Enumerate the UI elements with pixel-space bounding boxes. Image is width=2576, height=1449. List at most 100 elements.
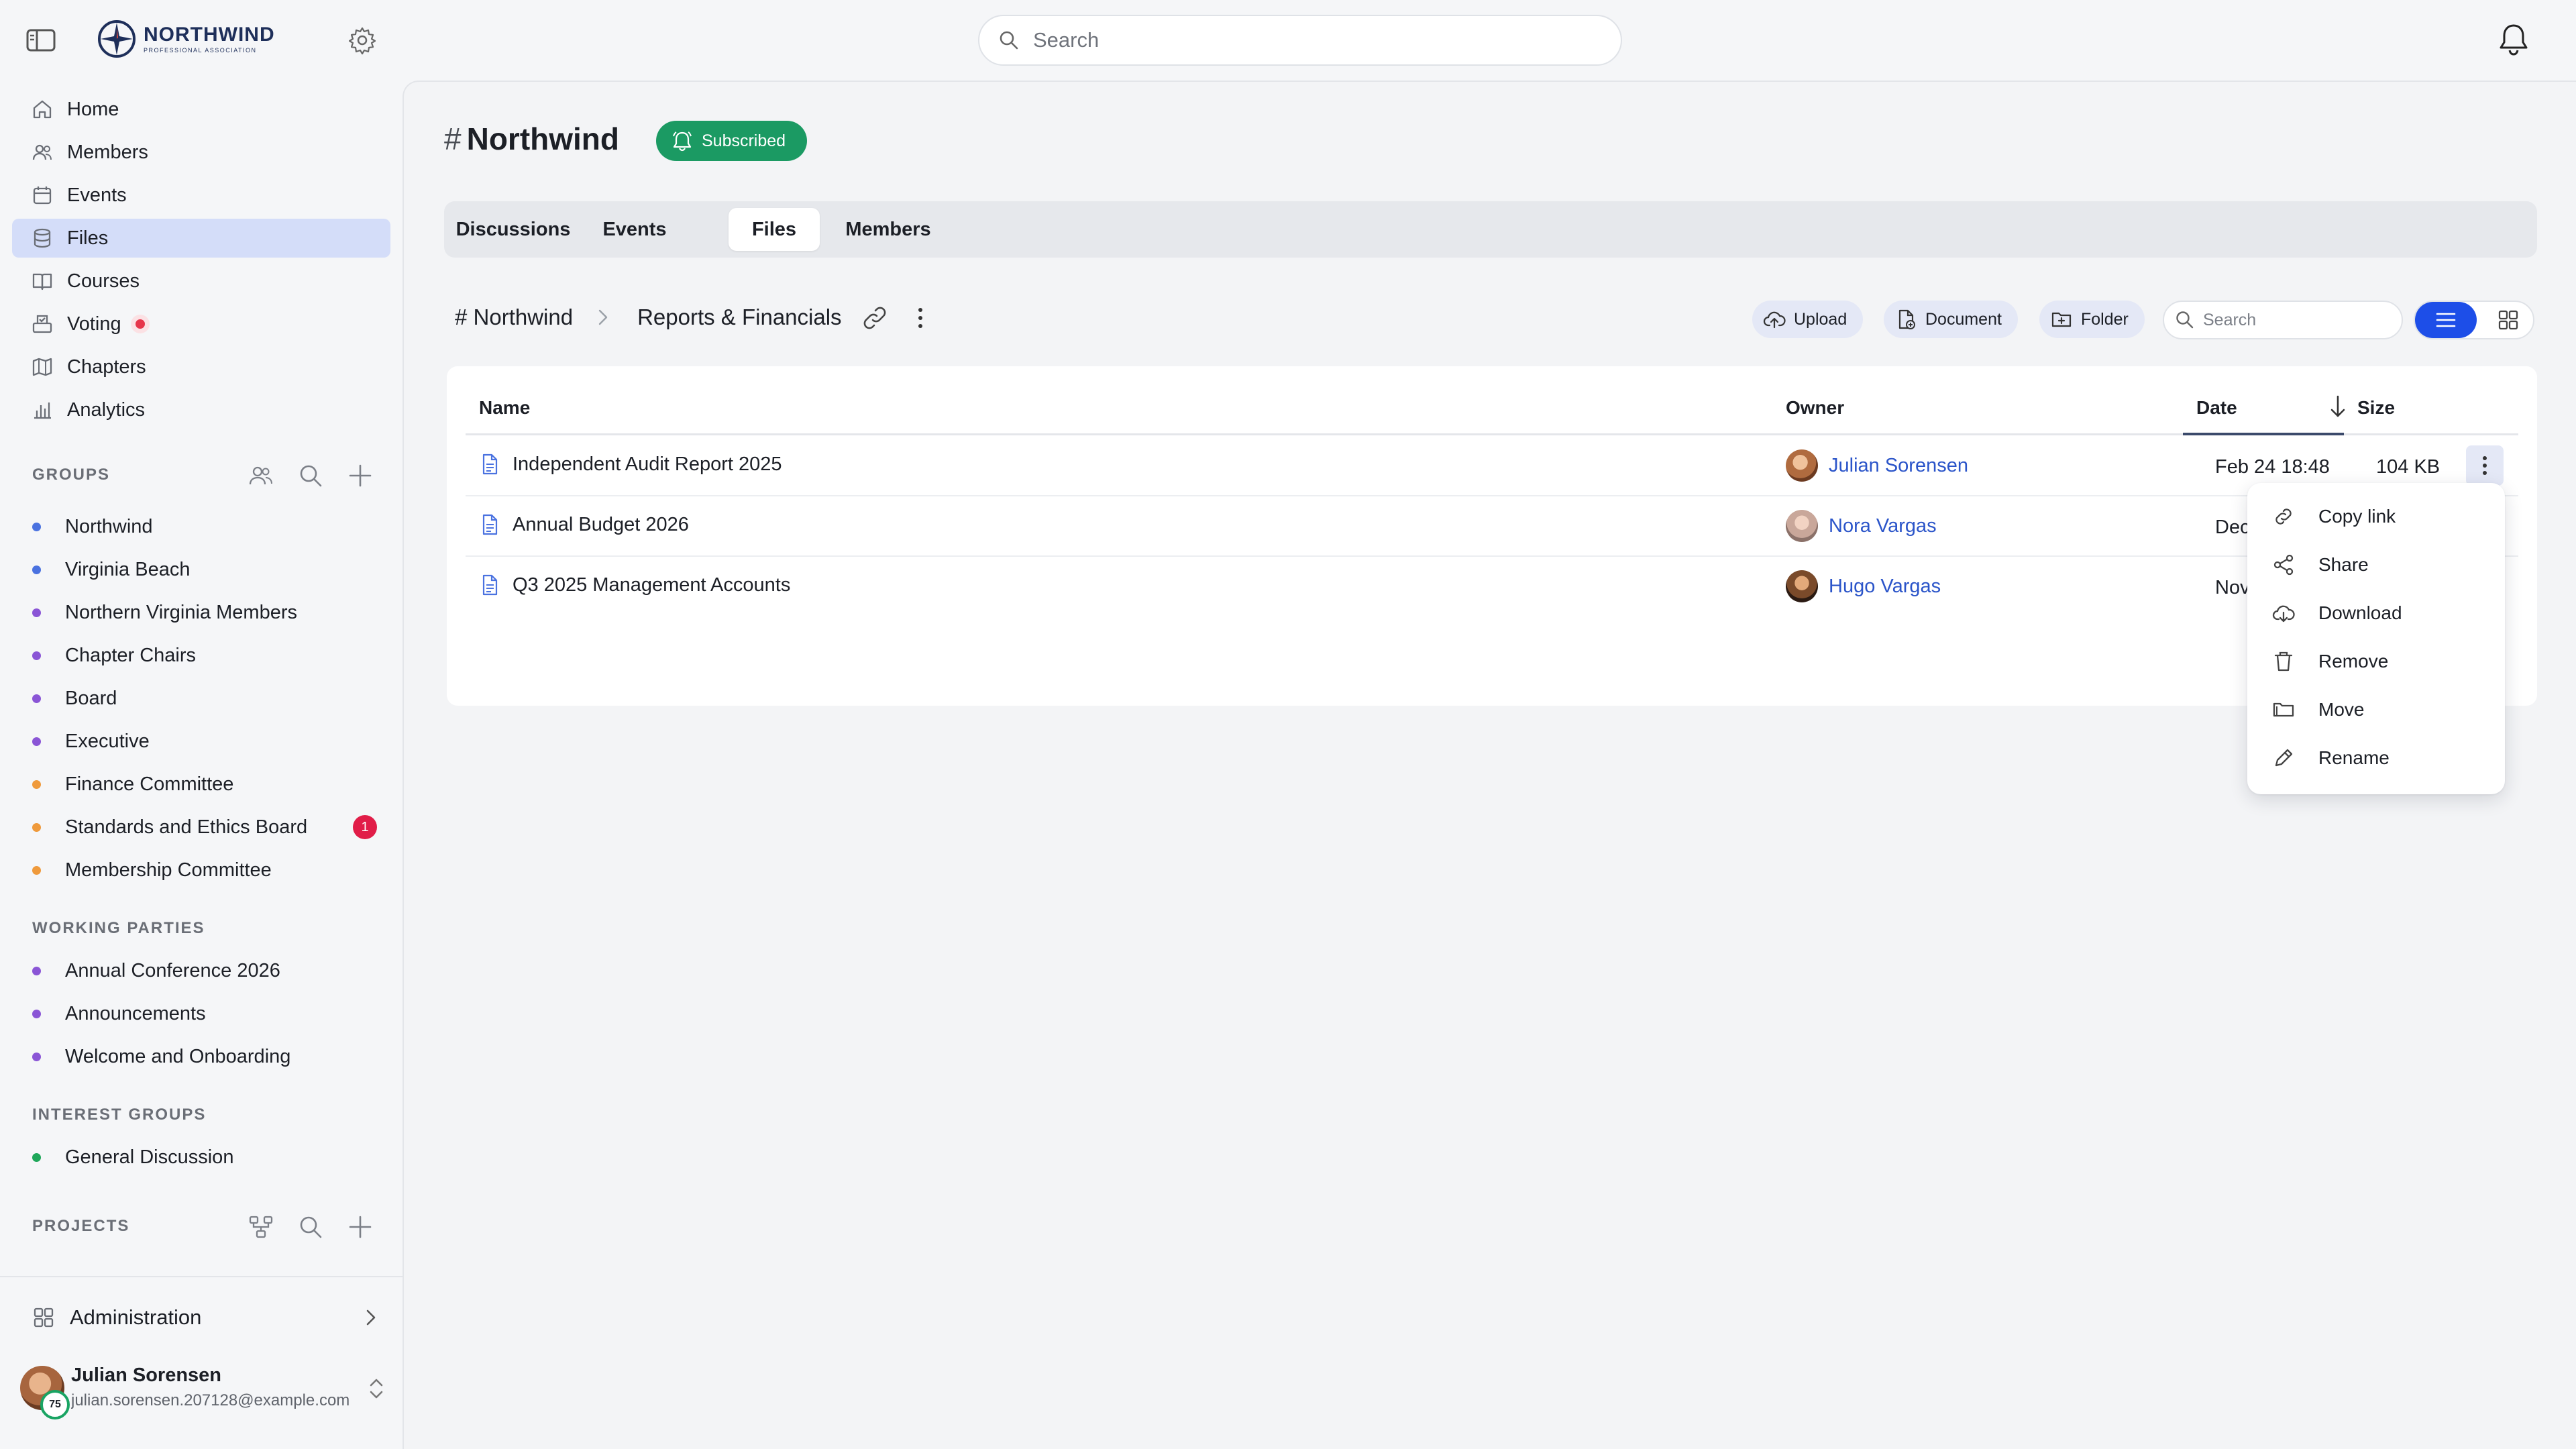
avatar	[1786, 570, 1818, 602]
compass-logo-icon	[97, 19, 137, 59]
brand-name: NORTHWIND	[144, 23, 275, 46]
chevron-right-icon	[366, 1309, 376, 1326]
upload-label: Upload	[1794, 309, 1847, 329]
menu-item-copy-link[interactable]: Copy link	[2271, 496, 2486, 537]
tab-discussions[interactable]: Discussions	[451, 208, 576, 251]
breadcrumb-current[interactable]: Reports & Financials	[637, 305, 841, 330]
channel-name: Northwind	[466, 121, 619, 156]
owner-link[interactable]: Nora Vargas	[1829, 515, 1937, 537]
menu-item-remove[interactable]: Remove	[2271, 641, 2486, 682]
group-item[interactable]: Executive	[32, 724, 381, 758]
file-name[interactable]: Q3 2025 Management Accounts	[513, 574, 790, 596]
brand-logo[interactable]: NORTHWIND PROFESSIONAL ASSOCIATION	[97, 19, 275, 59]
working-party-item[interactable]: Announcements	[32, 997, 381, 1030]
row-actions-button[interactable]	[2466, 445, 2504, 486]
nav-item-chapters[interactable]: Chapters	[12, 347, 390, 386]
more-vertical-icon[interactable]	[907, 303, 934, 333]
group-label: Executive	[65, 730, 150, 752]
upload-button[interactable]: Upload	[1752, 301, 1864, 338]
hierarchy-icon[interactable]	[247, 1213, 275, 1241]
owner-link[interactable]: Julian Sorensen	[1829, 455, 1968, 477]
working-party-item[interactable]: Welcome and Onboarding	[32, 1040, 381, 1073]
search-icon	[2176, 311, 2194, 329]
group-item[interactable]: Virginia Beach	[32, 553, 381, 586]
subscribed-button[interactable]: Subscribed	[656, 121, 808, 161]
sort-down-icon[interactable]	[2326, 393, 2349, 420]
table-row[interactable]: Q3 2025 Management Accounts Hugo Vargas …	[466, 557, 2518, 617]
column-header-date[interactable]: Date	[2196, 397, 2237, 419]
avatar	[1786, 449, 1818, 482]
menu-item-download[interactable]: Download	[2271, 593, 2486, 633]
users-icon[interactable]	[247, 462, 275, 490]
group-item[interactable]: Finance Committee	[32, 767, 381, 801]
bell-icon[interactable]	[2497, 21, 2530, 58]
working-party-item[interactable]: Annual Conference 2026	[32, 954, 381, 987]
list-icon	[2436, 313, 2456, 327]
tab-members[interactable]: Members	[830, 208, 946, 251]
gear-icon[interactable]	[347, 25, 377, 55]
brand-tagline: PROFESSIONAL ASSOCIATION	[144, 46, 257, 54]
menu-item-share[interactable]: Share	[2271, 545, 2486, 585]
nav-item-voting[interactable]: Voting	[12, 305, 390, 343]
column-header-owner[interactable]: Owner	[1786, 397, 1844, 419]
group-color-dot	[32, 1009, 41, 1018]
group-item[interactable]: Membership Committee	[32, 853, 381, 887]
menu-item-rename[interactable]: Rename	[2271, 738, 2486, 778]
interest-groups-heading: INTEREST GROUPS	[32, 1106, 207, 1124]
file-name[interactable]: Independent Audit Report 2025	[513, 453, 782, 476]
folder-add-icon	[2051, 312, 2072, 327]
folder-move-icon	[2273, 702, 2294, 717]
list-view-button[interactable]	[2415, 302, 2477, 338]
nav-item-events[interactable]: Events	[12, 176, 390, 215]
owner-link[interactable]: Hugo Vargas	[1829, 576, 1941, 598]
global-search-input[interactable]	[1033, 28, 1583, 52]
column-header-name[interactable]: Name	[479, 397, 530, 419]
new-folder-button[interactable]: Folder	[2039, 301, 2145, 338]
file-size: 104 KB	[2376, 456, 2440, 478]
link-icon[interactable]	[860, 303, 890, 333]
group-item[interactable]: Board	[32, 682, 381, 715]
nav-item-files[interactable]: Files	[12, 219, 390, 258]
tab-files[interactable]: Files	[729, 208, 820, 251]
interest-group-item[interactable]: General Discussion	[32, 1140, 381, 1174]
menu-item-label: Share	[2318, 554, 2369, 575]
nav-item-analytics[interactable]: Analytics	[12, 390, 390, 429]
grid-view-button[interactable]	[2485, 302, 2532, 338]
menu-item-move[interactable]: Move	[2271, 690, 2486, 730]
bell-ring-icon	[673, 131, 692, 152]
search-icon[interactable]	[297, 1213, 325, 1241]
group-item[interactable]: Chapter Chairs	[32, 639, 381, 672]
nav-item-home[interactable]: Home	[12, 90, 390, 129]
user-profile-switcher[interactable]: 75 Julian Sorensen julian.sorensen.20712…	[20, 1360, 388, 1421]
table-row[interactable]: Annual Budget 2026 Nora Vargas Dec 15	[466, 496, 2518, 557]
nav-item-label: Home	[67, 98, 119, 120]
tab-events[interactable]: Events	[585, 208, 684, 251]
home-icon	[33, 100, 52, 119]
global-search[interactable]	[978, 15, 1622, 66]
new-document-button[interactable]: Document	[1884, 301, 2018, 338]
nav-item-courses[interactable]: Courses	[12, 262, 390, 301]
map-icon	[32, 358, 52, 376]
breadcrumb-root[interactable]: # Northwind	[455, 305, 573, 330]
active-sort-indicator	[2183, 433, 2344, 435]
group-color-dot	[32, 865, 41, 875]
administration-button[interactable]: Administration	[32, 1299, 381, 1336]
plus-icon[interactable]	[346, 462, 374, 490]
group-item[interactable]: Standards and Ethics Board 1	[32, 810, 381, 844]
group-label: General Discussion	[65, 1146, 234, 1168]
table-row[interactable]: Independent Audit Report 2025 Julian Sor…	[466, 436, 2518, 496]
search-icon[interactable]	[297, 462, 325, 490]
hash-icon: #	[444, 121, 462, 156]
nav-item-members[interactable]: Members	[12, 133, 390, 172]
file-name[interactable]: Annual Budget 2026	[513, 514, 689, 536]
column-header-size[interactable]: Size	[2357, 397, 2395, 419]
group-item[interactable]: Northwind	[32, 510, 381, 543]
group-label: Northern Virginia Members	[65, 601, 297, 623]
plus-icon[interactable]	[346, 1213, 374, 1241]
files-search[interactable]	[2163, 301, 2403, 339]
files-search-input[interactable]	[2203, 310, 2391, 330]
document-label: Document	[1925, 309, 2002, 329]
sidebar-toggle-icon[interactable]	[25, 27, 56, 54]
user-name: Julian Sorensen	[71, 1364, 222, 1386]
group-item[interactable]: Northern Virginia Members	[32, 596, 381, 629]
